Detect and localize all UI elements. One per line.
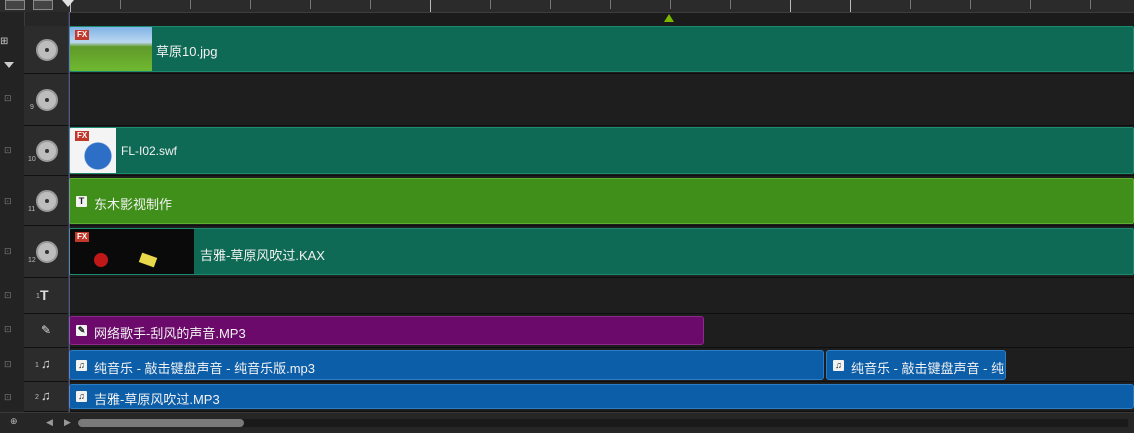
ruler-tick	[970, 0, 971, 9]
fx-badge: FX	[75, 131, 90, 141]
ruler-tick	[730, 0, 731, 9]
title-t-icon: T	[76, 196, 87, 207]
clip-music-keyboard-1[interactable]: ♫ 纯音乐 - 敲击键盘声音 - 纯音乐版.mp3	[69, 350, 824, 380]
film-reel-icon	[36, 190, 58, 212]
video-track-10[interactable]: FX FL-I02.swf	[69, 126, 1134, 176]
storyboard-view-icon[interactable]	[5, 0, 25, 10]
playhead-handle[interactable]	[62, 0, 74, 7]
track-number: 9	[30, 104, 34, 111]
film-reel-icon	[36, 241, 58, 263]
clip-grass-jpg[interactable]: FX 草原10.jpg	[69, 26, 1134, 72]
clip-label: 吉雅-草原风吹过.KAX	[200, 248, 325, 263]
video-track-9[interactable]	[69, 74, 1134, 126]
music-note-icon: ♫	[41, 388, 51, 403]
track-header-video-10[interactable]: 10	[24, 126, 68, 176]
timeline-ruler[interactable]	[0, 0, 1134, 13]
add-track-icon[interactable]: ⊕	[10, 416, 18, 427]
music-note-icon: ♫	[76, 391, 87, 402]
lock-icon[interactable]: ⊡	[4, 324, 14, 334]
scroll-right-icon[interactable]: ▶	[64, 417, 71, 428]
fx-badge: FX	[75, 30, 90, 40]
music-track-1[interactable]: ♫ 纯音乐 - 敲击键盘声音 - 纯音乐版.mp3 ♫ 纯音乐 - 敲击键盘声音…	[69, 348, 1134, 382]
clip-label: 纯音乐 - 敲击键盘声音 - 纯	[851, 361, 1005, 376]
clip-label: 草原10.jpg	[156, 44, 218, 59]
lock-icon[interactable]: ⊡	[4, 359, 14, 369]
title-t-icon: T	[40, 287, 49, 303]
ruler-tick	[670, 0, 671, 9]
lock-icon[interactable]: ⊡	[4, 290, 14, 300]
ruler-tick	[610, 0, 611, 9]
music-note-icon: ♫	[833, 360, 844, 371]
ruler-tick	[120, 0, 121, 9]
clip-label: 东木影视制作	[94, 197, 173, 212]
track-manager-icon[interactable]: ⊞	[0, 36, 8, 47]
ruler-tick	[310, 0, 311, 9]
scroll-left-icon[interactable]: ◀	[46, 417, 53, 428]
ruler-tick	[550, 0, 551, 9]
ruler-tick	[910, 0, 911, 9]
title-track-1[interactable]	[69, 278, 1134, 314]
ruler-tick	[1090, 0, 1091, 9]
lock-icon[interactable]: ⊡	[4, 246, 14, 256]
video-track-11[interactable]: T 东木影视制作	[69, 176, 1134, 226]
lock-icon[interactable]: ⊡	[4, 392, 14, 402]
timeline-marker-icon[interactable]	[664, 14, 674, 22]
timeline-view-icon[interactable]	[33, 0, 53, 10]
microphone-icon: ✎	[41, 323, 52, 337]
microphone-icon: ✎	[76, 325, 87, 336]
clip-kax[interactable]: FX 吉雅-草原风吹过.KAX	[69, 228, 1134, 275]
track-header-music-2[interactable]: 2 ♫	[24, 382, 68, 412]
ruler-tick	[430, 0, 431, 12]
film-reel-icon	[36, 89, 58, 111]
track-header-video-9[interactable]: 9	[24, 74, 68, 126]
clip-music-grassland[interactable]: ♫ 吉雅-草原风吹过.MP3	[69, 384, 1134, 409]
clip-label: 吉雅-草原风吹过.MP3	[94, 392, 220, 407]
track-header-title-1[interactable]: 1 T	[24, 278, 68, 314]
clip-label: 纯音乐 - 敲击键盘声音 - 纯音乐版.mp3	[94, 361, 316, 376]
ruler-tick	[490, 0, 491, 9]
track-header-video-11[interactable]: 11	[24, 176, 68, 226]
track-number: 2	[35, 394, 39, 401]
horizontal-scrollbar-thumb[interactable]	[78, 419, 244, 427]
film-reel-icon	[36, 39, 58, 61]
playhead-line[interactable]	[69, 12, 70, 412]
track-number: 12	[28, 257, 36, 264]
music-note-icon: ♫	[41, 356, 51, 371]
track-header-video-12[interactable]: 12	[24, 226, 68, 278]
clip-title-text[interactable]: T 东木影视制作	[69, 178, 1134, 224]
ruler-tick	[370, 0, 371, 9]
clip-label: FL-I02.swf	[121, 144, 178, 158]
clip-label: 网络歌手-刮风的声音.MP3	[94, 326, 246, 341]
music-note-icon: ♫	[76, 360, 87, 371]
track-number: 10	[28, 156, 36, 163]
video-track-1[interactable]: FX 草原10.jpg	[69, 26, 1134, 74]
ruler-tick	[250, 0, 251, 9]
ruler-tick	[1030, 0, 1031, 9]
film-reel-icon	[36, 140, 58, 162]
chevron-down-icon[interactable]	[4, 62, 14, 68]
track-header-video-1[interactable]	[24, 26, 68, 74]
ruler-tick	[190, 0, 191, 9]
lock-icon[interactable]: ⊡	[4, 145, 14, 155]
fx-badge: FX	[75, 232, 90, 242]
lock-column	[0, 12, 25, 412]
voice-track[interactable]: ✎ 网络歌手-刮风的声音.MP3	[69, 314, 1134, 348]
video-track-12[interactable]: FX 吉雅-草原风吹过.KAX	[69, 226, 1134, 278]
bottom-scroll-bar: ⊕ ◀ ▶	[0, 412, 1134, 433]
clip-fl-swf[interactable]: FX FL-I02.swf	[69, 127, 1134, 174]
lock-icon[interactable]: ⊡	[4, 196, 14, 206]
track-header-voice[interactable]: ✎	[24, 314, 68, 348]
clip-music-keyboard-2[interactable]: ♫ 纯音乐 - 敲击键盘声音 - 纯	[826, 350, 1006, 380]
music-track-2[interactable]: ♫ 吉雅-草原风吹过.MP3	[69, 382, 1134, 412]
lock-icon[interactable]: ⊡	[4, 93, 14, 103]
ruler-tick	[850, 0, 851, 12]
track-header-music-1[interactable]: 1 ♫	[24, 348, 68, 382]
track-number: 1	[35, 362, 39, 369]
clip-voice-mp3[interactable]: ✎ 网络歌手-刮风的声音.MP3	[69, 316, 704, 345]
track-number: 11	[28, 206, 36, 213]
ruler-tick	[790, 0, 791, 12]
